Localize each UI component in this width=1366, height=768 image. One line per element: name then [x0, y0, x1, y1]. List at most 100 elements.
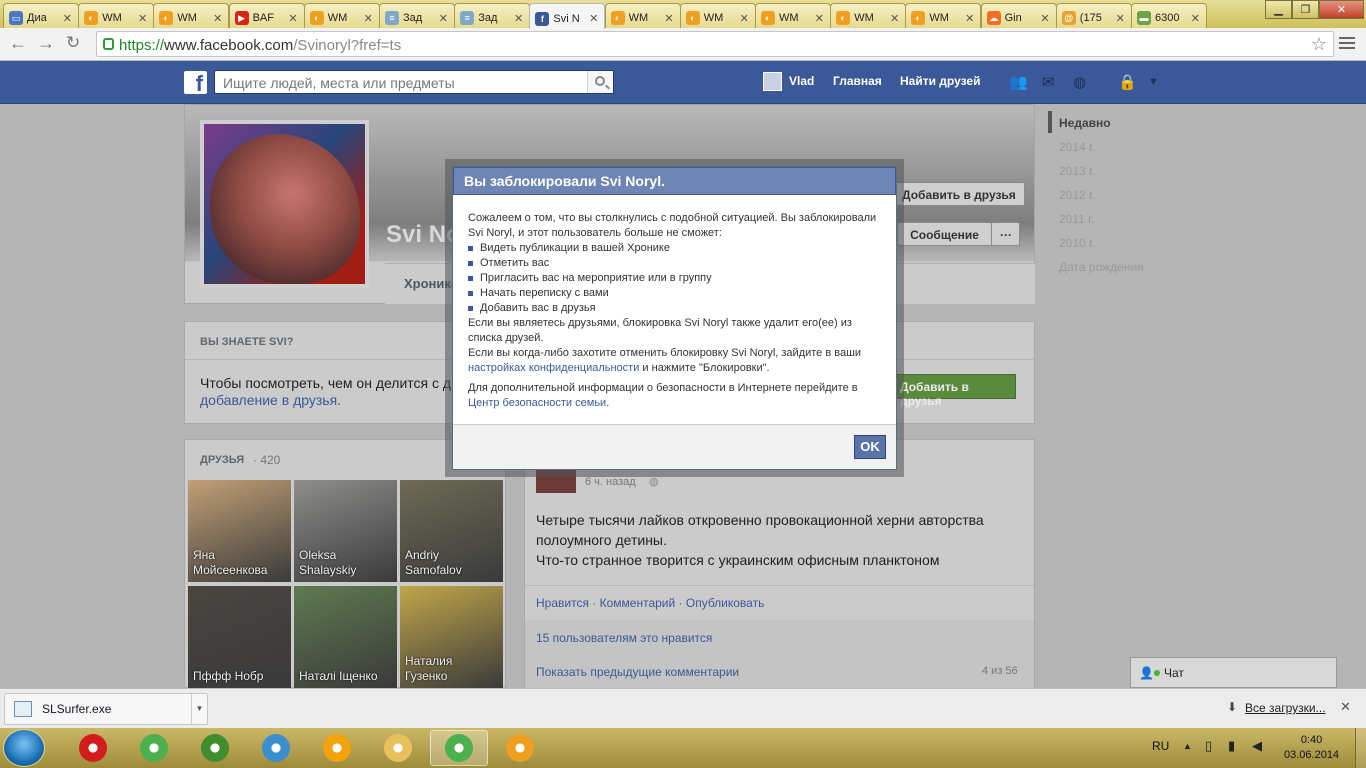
taskbar-app[interactable]	[491, 730, 549, 766]
profile-name[interactable]: Svi No	[386, 221, 461, 249]
close-tab-icon[interactable]: ✕	[288, 12, 297, 25]
maximize-button[interactable]: ❐	[1292, 0, 1319, 19]
system-clock[interactable]: 0:40 03.06.2014	[1284, 733, 1339, 763]
add-friend-button[interactable]: Добавить в друзья	[893, 182, 1025, 206]
timeline-item[interactable]: 2010 г.	[1059, 236, 1095, 250]
close-window-button[interactable]: ✕	[1319, 0, 1364, 19]
all-downloads-link[interactable]: Все загрузки...	[1245, 701, 1326, 715]
timeline-item[interactable]: Недавно	[1059, 116, 1111, 130]
download-item[interactable]: SLSurfer.exe ▼	[4, 693, 208, 725]
windows-start-button[interactable]	[3, 729, 45, 767]
browser-tab[interactable]: ◐ WM ✕	[303, 3, 380, 28]
timeline-item[interactable]: 2014 г.	[1059, 140, 1095, 154]
minimize-button[interactable]: ▁	[1265, 0, 1292, 19]
friend-tile[interactable]: Яна Мойсеенкова	[188, 480, 291, 582]
browser-tab[interactable]: ◐ WM ✕	[604, 3, 681, 28]
privacy-lock-icon[interactable]: 🔒	[1118, 73, 1138, 91]
privacy-settings-link[interactable]: настройках конфиденциальности	[468, 362, 639, 374]
browser-tab[interactable]: ◐ WM ✕	[905, 3, 982, 28]
close-tab-icon[interactable]: ✕	[63, 12, 72, 25]
family-safety-link[interactable]: Центр безопасности семьи	[468, 397, 606, 409]
know-add-friend-button[interactable]: Добавить в друзья	[895, 374, 1016, 408]
browser-tab[interactable]: ◐ WM ✕	[830, 3, 907, 28]
browser-tab[interactable]: ◐ WM ✕	[78, 3, 155, 28]
download-options-chevron-icon[interactable]: ▼	[191, 694, 207, 724]
avatar[interactable]	[536, 467, 576, 493]
bookmark-star-icon[interactable]: ☆	[1311, 34, 1327, 55]
tray-expand-icon[interactable]: ▲	[1183, 741, 1192, 751]
close-tab-icon[interactable]: ✕	[890, 12, 899, 25]
reload-icon[interactable]: ↻	[66, 33, 80, 53]
taskbar-app[interactable]	[186, 730, 244, 766]
browser-tab[interactable]: ▬ 6300 ✕	[1131, 3, 1207, 28]
taskbar-app[interactable]	[369, 730, 427, 766]
address-bar[interactable]: https://www.facebook.com/Svinoryl?fref=t…	[96, 31, 1334, 57]
more-options-button[interactable]: ···	[991, 222, 1020, 246]
close-tab-icon[interactable]: ✕	[1040, 12, 1049, 25]
post-actions[interactable]: Нравится · Комментарий · Опубликовать	[536, 596, 764, 610]
browser-tab[interactable]: f Svi N ✕	[529, 3, 606, 29]
tab-timeline[interactable]: Хроника	[404, 276, 458, 291]
taskbar-app[interactable]	[430, 730, 488, 766]
message-button[interactable]: Сообщение	[897, 222, 992, 246]
close-tab-icon[interactable]: ✕	[589, 12, 598, 25]
timeline-item[interactable]: Дата рождения	[1059, 260, 1144, 274]
taskbar-app[interactable]	[125, 730, 183, 766]
avatar[interactable]	[763, 72, 782, 91]
facebook-logo-icon[interactable]: f	[184, 71, 207, 96]
close-tab-icon[interactable]: ✕	[439, 12, 448, 25]
close-tab-icon[interactable]: ✕	[965, 12, 974, 25]
volume-icon[interactable]: ◀	[1252, 738, 1262, 754]
taskbar-app[interactable]	[308, 730, 366, 766]
browser-tab[interactable]: ≡ Зад ✕	[379, 3, 455, 28]
tray-device-icon[interactable]: ▯	[1205, 738, 1212, 754]
timeline-item[interactable]: 2013 г.	[1059, 164, 1095, 178]
friends-header[interactable]: ДРУЗЬЯ	[200, 454, 244, 466]
taskbar-app[interactable]	[247, 730, 305, 766]
browser-tab[interactable]: ≡ Зад ✕	[454, 3, 531, 28]
post-likes-link[interactable]: 15 пользователям это нравится	[536, 631, 712, 645]
messages-icon[interactable]: ✉	[1042, 73, 1062, 91]
close-tab-icon[interactable]: ✕	[664, 12, 673, 25]
notifications-globe-icon[interactable]: ◍	[1073, 73, 1093, 91]
account-chevron-down-icon[interactable]: ▼	[1148, 76, 1168, 94]
fb-find-friends-link[interactable]: Найти друзей	[900, 74, 980, 88]
browser-tab[interactable]: ◐ WM ✕	[755, 3, 831, 28]
friend-tile[interactable]: Наталия Гузенко	[400, 586, 503, 688]
search-icon[interactable]	[587, 71, 613, 93]
friend-requests-icon[interactable]: 👥	[1009, 73, 1029, 91]
audience-globe-icon[interactable]: ◍	[649, 475, 659, 488]
ok-button[interactable]: OK	[854, 435, 886, 459]
timeline-item[interactable]: 2012 г.	[1059, 188, 1095, 202]
back-icon[interactable]: ←	[9, 33, 27, 54]
close-tab-icon[interactable]: ✕	[514, 12, 523, 25]
profile-picture[interactable]	[200, 120, 369, 288]
friend-tile[interactable]: Пффф Нобр	[188, 586, 291, 688]
fb-search-input[interactable]: Ищите людей, места или предметы	[214, 70, 614, 94]
close-tab-icon[interactable]: ✕	[740, 12, 749, 25]
previous-comments-link[interactable]: Показать предыдущие комментарии	[536, 665, 739, 679]
network-icon[interactable]: ▮	[1228, 738, 1235, 754]
friend-tile[interactable]: Andriy Samofalov	[400, 480, 503, 582]
close-tab-icon[interactable]: ✕	[364, 12, 373, 25]
browser-menu-icon[interactable]	[1339, 37, 1355, 52]
chat-bar[interactable]: 👤 Чат	[1130, 657, 1337, 688]
add-friend-link[interactable]: добавление в друзья.	[200, 392, 341, 408]
browser-tab[interactable]: ◐ WM ✕	[153, 3, 230, 28]
close-tab-icon[interactable]: ✕	[138, 12, 147, 25]
close-tab-icon[interactable]: ✕	[1116, 12, 1125, 25]
browser-tab[interactable]: ◐ WM ✕	[679, 3, 756, 28]
timeline-item[interactable]: 2011 г.	[1059, 212, 1094, 226]
forward-icon[interactable]: →	[37, 33, 55, 54]
browser-tab[interactable]: ▶ BAF ✕	[228, 3, 305, 28]
close-tab-icon[interactable]: ✕	[815, 12, 824, 25]
language-indicator[interactable]: RU	[1152, 739, 1169, 753]
friend-tile[interactable]: Oleksa Shalayskiy	[294, 480, 397, 582]
fb-home-link[interactable]: Главная	[833, 74, 882, 88]
close-shelf-icon[interactable]: ✕	[1340, 699, 1351, 715]
show-desktop-button[interactable]	[1355, 728, 1366, 768]
close-tab-icon[interactable]: ✕	[1191, 12, 1200, 25]
taskbar-app[interactable]	[64, 730, 122, 766]
close-tab-icon[interactable]: ✕	[213, 12, 222, 25]
post-timestamp[interactable]: 6 ч. назад	[585, 476, 636, 488]
